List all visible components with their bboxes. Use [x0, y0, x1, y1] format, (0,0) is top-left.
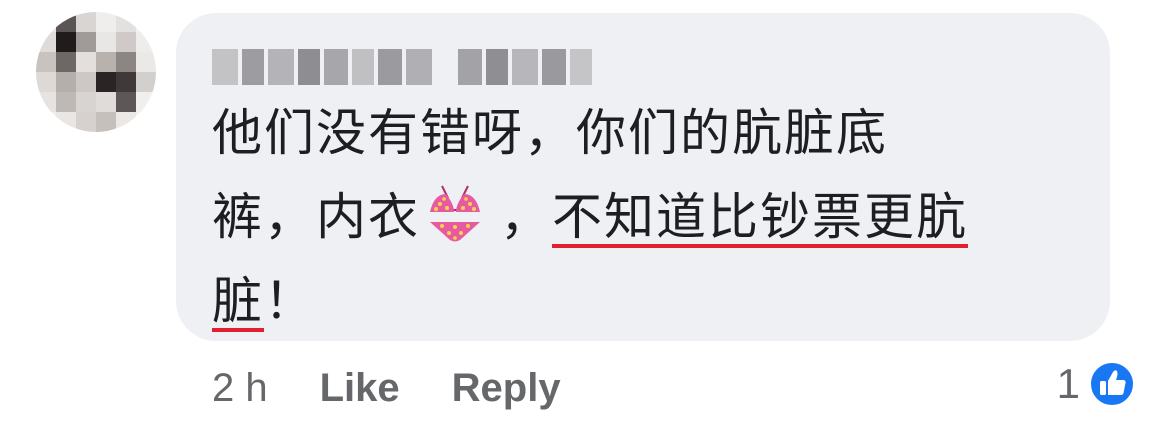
underlined-phrase-1: 不知道比钞票更肮	[552, 188, 968, 246]
reply-button[interactable]: Reply	[452, 366, 561, 411]
comment-line-3-end: ！	[264, 272, 316, 330]
avatar[interactable]	[36, 12, 156, 132]
like-button[interactable]: Like	[320, 366, 400, 411]
timestamp[interactable]: 2 h	[212, 366, 268, 411]
like-thumb-icon	[1089, 361, 1135, 407]
comment-line-1: 他们没有错呀，你们的肮脏底	[212, 104, 888, 162]
author-name-redacted[interactable]	[212, 49, 592, 85]
comment-text: 他们没有错呀，你们的肮脏底 裤，内衣 ，不知道比钞票更肮 脏！	[212, 91, 1092, 343]
comment-bubble: 他们没有错呀，你们的肮脏底 裤，内衣 ，不知道比钞票更肮 脏！	[176, 13, 1110, 341]
bikini-emoji-icon	[430, 185, 480, 242]
reaction-summary[interactable]: 1	[1057, 356, 1136, 412]
comment-actions: 2 h Like Reply	[212, 360, 613, 416]
reaction-count: 1	[1056, 360, 1080, 407]
comment-line-2-start: 裤，内衣	[212, 188, 420, 246]
underlined-phrase-2: 脏	[212, 272, 264, 330]
comment-line-2-comma: ，	[500, 188, 552, 246]
comment-container: 他们没有错呀，你们的肮脏底 裤，内衣 ，不知道比钞票更肮 脏！ 2 h Like…	[0, 0, 1170, 425]
